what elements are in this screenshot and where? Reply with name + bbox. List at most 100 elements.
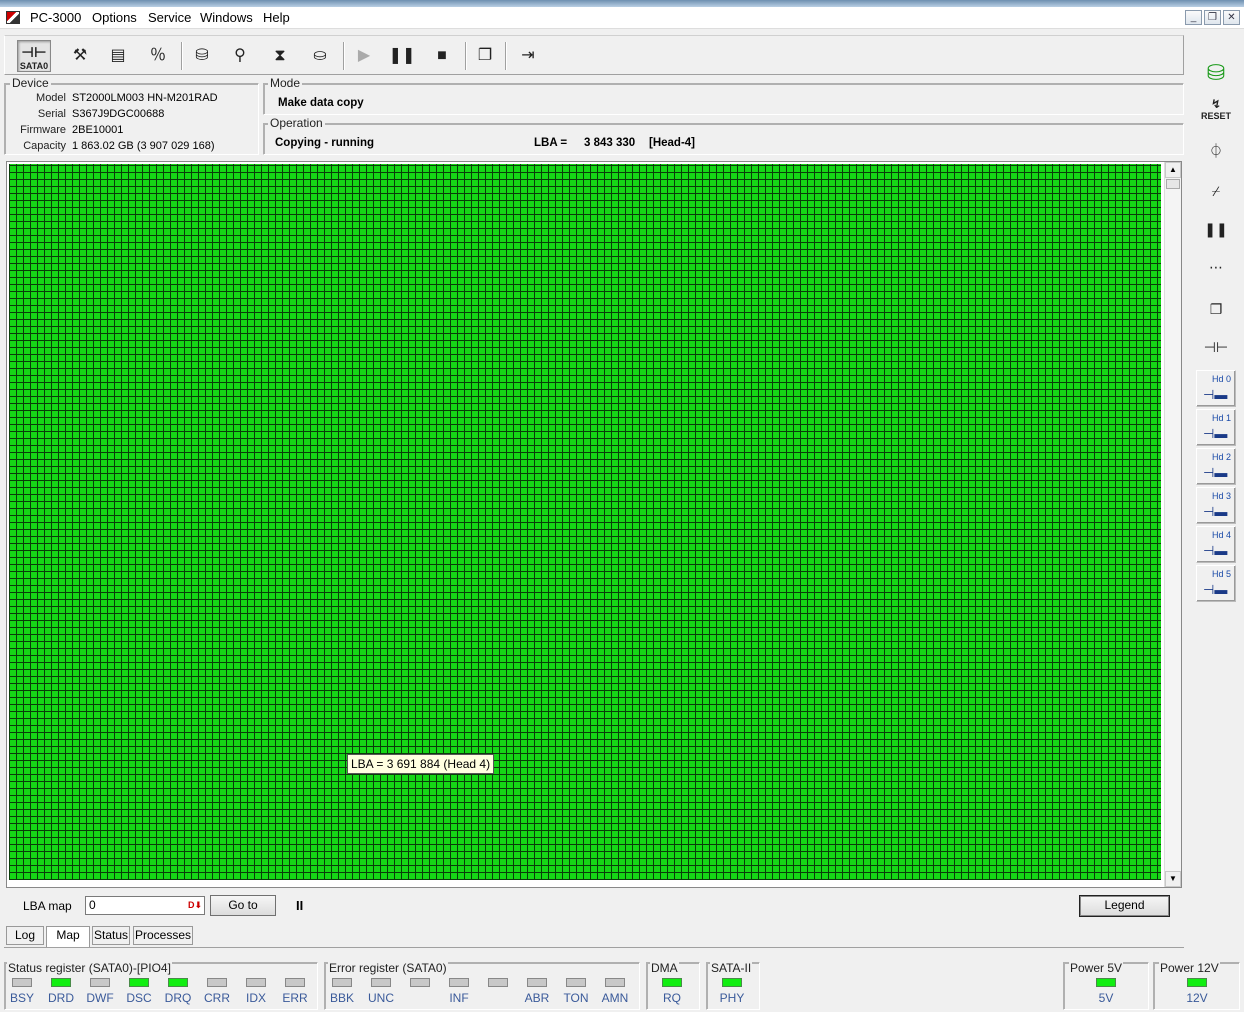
pause-icon[interactable]: ❚❚ bbox=[385, 40, 419, 72]
disk-copy-icon[interactable]: ⛀ bbox=[303, 40, 337, 72]
scroll-thumb[interactable] bbox=[1166, 179, 1180, 189]
tab-status[interactable]: Status bbox=[92, 926, 130, 945]
error-label-5: ABR bbox=[524, 991, 550, 1005]
status-label-0: BSY bbox=[9, 991, 34, 1005]
scroll-up-arrow-icon[interactable]: ▲ bbox=[1165, 162, 1181, 178]
menu-service[interactable]: Service bbox=[148, 10, 191, 25]
device-serial-row: Serial S367J9DGC00688 bbox=[4, 108, 164, 120]
power5-led[interactable] bbox=[1096, 978, 1116, 987]
lba-map-label: LBA map bbox=[23, 899, 72, 913]
play-icon[interactable]: ▶ bbox=[347, 40, 381, 72]
error-led-inf bbox=[449, 978, 469, 987]
tab-map[interactable]: Map bbox=[46, 926, 90, 947]
status-led-drd bbox=[51, 978, 71, 987]
map-scrollbar[interactable]: ▲ ▼ bbox=[1164, 162, 1181, 887]
status-led-dsc bbox=[129, 978, 149, 987]
side-pause-icon[interactable]: ❚❚ bbox=[1200, 214, 1232, 244]
head-3-label: Hd 3 bbox=[1211, 491, 1231, 501]
head-connector-icon: ⊣▬ bbox=[1203, 426, 1228, 441]
head-4-button[interactable]: Hd 4 ⊣▬ bbox=[1196, 526, 1236, 563]
firmware-label: Firmware bbox=[20, 124, 66, 136]
sata2-phy-led bbox=[722, 978, 742, 987]
error-led-amn bbox=[605, 978, 625, 987]
power5-title: Power 5V bbox=[1069, 961, 1124, 975]
port-connector-icon: ⊣⊢ bbox=[21, 44, 47, 60]
menu-help[interactable]: Help bbox=[263, 10, 290, 25]
mode-value: Make data copy bbox=[278, 97, 364, 109]
head-0-label: Hd 0 bbox=[1211, 374, 1231, 384]
dma-rq-label: RQ bbox=[663, 991, 681, 1005]
error-label-3: INF bbox=[449, 991, 469, 1005]
head-connector-icon: ⊣▬ bbox=[1203, 504, 1228, 519]
menu-options[interactable]: Options bbox=[92, 10, 137, 25]
status-led-idx bbox=[246, 978, 266, 987]
mode-legend: Mode bbox=[268, 76, 303, 90]
status-label-4: DRQ bbox=[164, 991, 192, 1005]
close-button[interactable]: ✕ bbox=[1223, 10, 1240, 25]
reset-arrow-icon: ↯ bbox=[1210, 97, 1222, 111]
device-firmware-row: Firmware 2BE10001 bbox=[4, 124, 123, 136]
error-led-bit2 bbox=[410, 978, 430, 987]
dropdown-arrow-icon[interactable]: D⬇ bbox=[188, 897, 202, 914]
error-led-unc bbox=[371, 978, 391, 987]
map-pause-icon[interactable]: II bbox=[296, 898, 303, 913]
error-label-0: BBK bbox=[329, 991, 354, 1005]
copy-close-icon[interactable]: ❐ bbox=[1200, 294, 1232, 324]
sata0-port-button[interactable]: ⊣⊢ SATA0 bbox=[17, 40, 51, 72]
binoculars-icon[interactable]: ⚲ bbox=[223, 40, 257, 72]
passport-icon[interactable]: ▤ bbox=[101, 40, 135, 72]
head-0-button[interactable]: Hd 0 ⊣▬ bbox=[1196, 370, 1236, 407]
tab-log[interactable]: Log bbox=[6, 926, 44, 945]
drive-power-icon[interactable]: ⛁ bbox=[1200, 58, 1232, 88]
app-title: PC-3000 bbox=[30, 10, 82, 25]
operation-head: [Head-4] bbox=[649, 137, 696, 149]
drive-info-icon[interactable]: ⛁ bbox=[185, 40, 219, 72]
switch-icon[interactable]: ⌿ bbox=[1200, 176, 1232, 206]
model-label: Model bbox=[36, 92, 66, 104]
dma-rq-led bbox=[662, 978, 682, 987]
tools-icon[interactable]: ⚒ bbox=[63, 40, 97, 72]
minimize-button[interactable]: _ bbox=[1185, 10, 1202, 25]
error-led-bit4 bbox=[488, 978, 508, 987]
reset-button[interactable]: ↯ RESET bbox=[1200, 98, 1232, 128]
windows-cascade-icon[interactable]: ❐ bbox=[468, 40, 502, 72]
operation-panel bbox=[263, 123, 1184, 155]
status-label-1: DRD bbox=[48, 991, 74, 1005]
head-connector-icon: ⊣▬ bbox=[1203, 387, 1228, 402]
head-2-button[interactable]: Hd 2 ⊣▬ bbox=[1196, 448, 1236, 485]
log-ops-icon[interactable]: ⋯ bbox=[1200, 252, 1232, 282]
exit-icon[interactable]: ⇥ bbox=[511, 40, 545, 72]
error-label-1: UNC bbox=[368, 991, 394, 1005]
lba-map-grid[interactable] bbox=[9, 164, 1161, 880]
reset-label: RESET bbox=[1200, 111, 1231, 121]
head-1-label: Hd 1 bbox=[1211, 413, 1231, 423]
status-label-7: ERR bbox=[282, 991, 308, 1005]
tab-processes[interactable]: Processes bbox=[133, 926, 193, 945]
lba-input[interactable]: 0 D⬇ bbox=[85, 896, 205, 915]
serial-label: Serial bbox=[37, 108, 66, 120]
head-1-button[interactable]: Hd 1 ⊣▬ bbox=[1196, 409, 1236, 446]
stop-icon[interactable]: ■ bbox=[425, 40, 459, 72]
head-5-button[interactable]: Hd 5 ⊣▬ bbox=[1196, 565, 1236, 602]
lba-map-panel: ▲ ▼ bbox=[6, 161, 1182, 888]
connector-icon[interactable]: ⊣⊢ bbox=[1200, 332, 1232, 362]
smart-percent-icon[interactable]: ％ bbox=[141, 40, 175, 72]
window-top-border bbox=[0, 0, 1244, 7]
operation-legend: Operation bbox=[268, 116, 325, 130]
sleep-icon[interactable]: ⏀ bbox=[1200, 136, 1232, 166]
menu-windows[interactable]: Windows bbox=[200, 10, 253, 25]
head-4-label: Hd 4 bbox=[1211, 530, 1231, 540]
power12-label: 12V bbox=[1186, 991, 1208, 1005]
restore-button[interactable]: ❐ bbox=[1204, 10, 1221, 25]
legend-button[interactable]: Legend bbox=[1079, 895, 1170, 917]
sata2-title: SATA-II bbox=[710, 961, 753, 975]
capacity-value: 1 863.02 GB (3 907 029 168) bbox=[72, 140, 215, 152]
model-value: ST2000LM003 HN-M201RAD bbox=[72, 92, 218, 104]
serial-value: S367J9DGC00688 bbox=[72, 108, 165, 120]
head-3-button[interactable]: Hd 3 ⊣▬ bbox=[1196, 487, 1236, 524]
operation-lba-value: 3 843 330 bbox=[584, 137, 636, 149]
scroll-down-arrow-icon[interactable]: ▼ bbox=[1165, 871, 1181, 887]
power12-led[interactable] bbox=[1187, 978, 1207, 987]
stack-tests-icon[interactable]: ⧗ bbox=[263, 40, 297, 72]
goto-button[interactable]: Go to bbox=[210, 895, 276, 916]
